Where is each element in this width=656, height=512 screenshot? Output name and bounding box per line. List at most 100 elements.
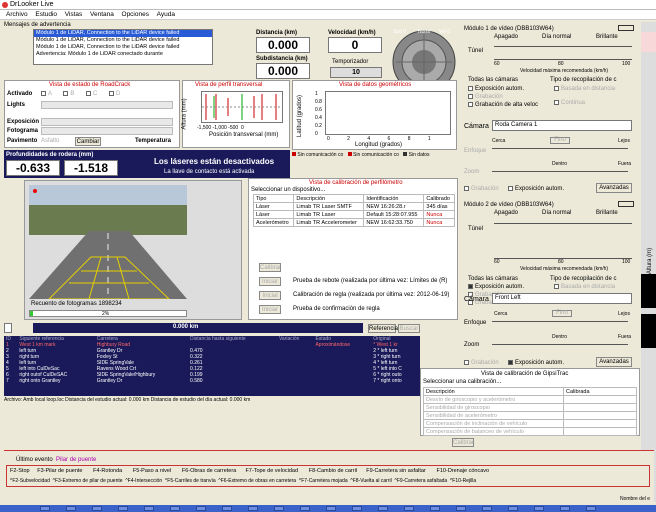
taskbar-app-icon[interactable] — [378, 506, 388, 511]
taskbar-app-icon[interactable] — [144, 506, 154, 511]
video1-grabacion-checkbox[interactable]: Grabación — [464, 186, 499, 192]
taskbar-app-icon[interactable] — [586, 506, 596, 511]
taskbar-app-icon[interactable] — [456, 506, 466, 511]
cambiar-button[interactable]: Cambiar — [75, 137, 101, 146]
referencia-button[interactable]: Referencia — [368, 324, 398, 333]
taskbar-app-icon[interactable] — [40, 506, 50, 511]
confirm-start-button[interactable]: Iniciar — [259, 305, 281, 314]
table-row[interactable]: Láser Limab TR Laser Default 15:28:07.955 N… — [252, 210, 455, 219]
taskbar-app-icon[interactable] — [482, 506, 492, 511]
continua-radio[interactable]: Continua — [554, 100, 585, 106]
brightness-slider[interactable] — [494, 46, 632, 47]
table-row[interactable]: Láser Limab TR Laser SMTF NEW 16:26:28.r 34… — [252, 202, 455, 211]
taskbar-app-icon[interactable] — [534, 506, 544, 511]
warning-item[interactable]: Módulo 1 de LiDAR, Connection to the LiD… — [34, 37, 212, 44]
taskbar-app-icon[interactable] — [170, 506, 180, 511]
taskbar-app-icon[interactable] — [560, 506, 570, 511]
fkey-f9[interactable]: F9-Carretera sin asfaltar — [366, 468, 426, 474]
calibrar-button[interactable]: Calibrar — [259, 263, 281, 272]
fkey-f3[interactable]: F3-Pilar de puente — [37, 468, 82, 474]
fkey-f8[interactable]: F8-Cambio de carril — [309, 468, 357, 474]
warning-item[interactable]: Advertencia: Módulo 1 de LiDAR conectado… — [34, 51, 212, 58]
avanzadas2-button[interactable]: Avanzadas — [596, 357, 632, 367]
video1-exp-checkbox[interactable]: Exposición autom. — [508, 186, 564, 192]
table-row[interactable]: Sensibilidad de giroscopio — [423, 403, 637, 412]
exp-auto-checkbox[interactable]: Exposición autom. — [468, 86, 524, 92]
zoom2-slider[interactable] — [492, 344, 628, 345]
fkey-f6[interactable]: F6-Obras de carretera — [182, 468, 236, 474]
skey-f2[interactable]: ^F2-Subvelocidad — [10, 478, 50, 484]
fkey-f5[interactable]: F5-Paso a nivel — [133, 468, 171, 474]
skey-f5[interactable]: ^F5-Carriles de tranvía — [165, 478, 216, 484]
bounce-start-button[interactable]: Iniciar — [259, 277, 281, 286]
menu-archivo[interactable]: Archivo — [6, 11, 28, 18]
table-row[interactable]: Desvío de giroscopio y acelerómetro — [423, 395, 637, 404]
table-row[interactable]: Compensación de inclinación de vehículo — [423, 419, 637, 428]
avanzadas-button[interactable]: Avanzadas — [596, 183, 632, 193]
window-controls-icon[interactable] — [618, 201, 634, 207]
grab-alta-checkbox[interactable]: Grabación de alta veloc — [468, 102, 538, 108]
taskbar-app-icon[interactable] — [300, 506, 310, 511]
ruler-start-button[interactable]: Inicial — [259, 291, 281, 300]
skey-f3[interactable]: ^F3-Extremo de pilar de puente — [53, 478, 123, 484]
menu-vistas[interactable]: Vistas — [65, 11, 83, 18]
table-row[interactable]: Compensación de balanceo de vehículo — [423, 427, 637, 436]
table-row[interactable]: 7 right onto Grantley Grantley Dr 0.580 7 * … — [4, 378, 420, 384]
video2-exp-checkbox[interactable]: Exposición autom. — [508, 360, 564, 366]
focus2-slider[interactable] — [492, 321, 628, 322]
buscar-button[interactable]: Buscar — [398, 324, 420, 333]
taskbar-app-icon[interactable] — [118, 506, 128, 511]
table-row[interactable]: Acelerómetro Limab TR Accelerometer NEW 16… — [252, 218, 455, 227]
table-row[interactable]: Sensibilidad de acelerómetro — [423, 411, 637, 420]
fkey-f2[interactable]: F2-Stop — [10, 468, 30, 474]
brightness-slider[interactable] — [494, 223, 632, 224]
taskbar-app-icon[interactable] — [196, 506, 206, 511]
taskbar-app-icon[interactable] — [508, 506, 518, 511]
tipo-recopilacion: Tipo de recopilación de c — [550, 276, 617, 282]
taskbar-app-icon[interactable] — [66, 506, 76, 511]
camera2-select[interactable]: Front Left — [492, 293, 632, 304]
fkey-f7[interactable]: F7-Tope de velocidad — [245, 468, 298, 474]
route-spin[interactable] — [4, 323, 12, 333]
right-tab[interactable] — [641, 32, 656, 52]
window-controls-icon[interactable] — [618, 25, 634, 31]
camera-select[interactable]: Roda Camera 1 — [492, 120, 632, 131]
focus-slider[interactable] — [492, 148, 628, 149]
fkey-f10[interactable]: F10-Drenaje cóncavo — [437, 468, 490, 474]
skey-f7[interactable]: ^F7-Carretera mojada — [299, 478, 348, 484]
speed-slider[interactable] — [494, 59, 632, 60]
grabacion-checkbox[interactable]: Grabación — [468, 94, 503, 100]
skey-f9[interactable]: ^F9-Carretera asfaltada — [395, 478, 448, 484]
video2-grabacion-checkbox[interactable]: Grabación — [464, 360, 499, 366]
warning-item[interactable]: Módulo 1 de LiDAR, Connection to the LiD… — [34, 30, 212, 37]
taskbar-app-icon[interactable] — [274, 506, 284, 511]
taskbar-app-icon[interactable] — [222, 506, 232, 511]
speed-tick-100: 100 — [622, 259, 631, 265]
menu-ventana[interactable]: Ventana — [90, 11, 114, 18]
basada-radio[interactable]: Basada en distancia — [554, 86, 615, 92]
skey-f10[interactable]: ^F10-Rejilla — [450, 478, 476, 484]
warning-item[interactable]: Módulo 1 de LiDAR, Connection to the LiD… — [34, 44, 212, 51]
taskbar-app-icon[interactable] — [404, 506, 414, 511]
exp-auto-checkbox[interactable]: Exposición autom. — [468, 284, 524, 290]
skey-f8[interactable]: ^F8-Vuelta al carril — [350, 478, 391, 484]
fino2-button[interactable]: Fino — [552, 310, 572, 317]
skey-f4[interactable]: ^F4-Intersección — [125, 478, 162, 484]
warnings-list[interactable]: Módulo 1 de LiDAR, Connection to the LiD… — [33, 29, 213, 65]
taskbar-app-icon[interactable] — [92, 506, 102, 511]
menu-estudio[interactable]: Estudio — [35, 11, 57, 18]
menu-ayuda[interactable]: Ayuda — [157, 11, 175, 18]
gipsi-calibrar-button[interactable]: Calibrar — [452, 438, 474, 447]
compass-north: Norte — [418, 29, 431, 35]
taskbar-app-icon[interactable] — [352, 506, 362, 511]
fkey-f4[interactable]: F4-Rotonda — [93, 468, 122, 474]
taskbar-app-icon[interactable] — [248, 506, 258, 511]
basada-radio[interactable]: Basada en distancia — [554, 284, 615, 290]
skey-f6[interactable]: ^F6-Extremo de obras en carretera — [218, 478, 296, 484]
menu-opciones[interactable]: Opciones — [122, 11, 149, 18]
fino-button[interactable]: Fino — [550, 137, 570, 144]
taskbar-app-icon[interactable] — [326, 506, 336, 511]
speed-tick-60: 60 — [494, 259, 500, 265]
taskbar-app-icon[interactable] — [430, 506, 440, 511]
zoom-slider[interactable] — [492, 171, 628, 172]
